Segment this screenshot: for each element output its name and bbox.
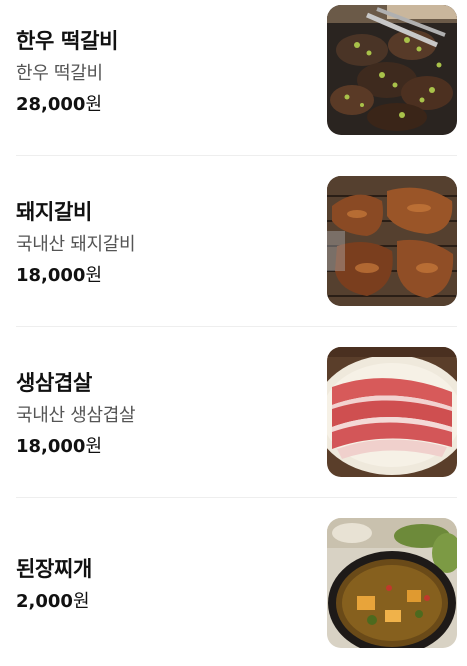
menu-item-description: 국내산 생삼겹살 bbox=[16, 405, 136, 426]
menu-item-hanu-tteokgalbi[interactable]: 한우 떡갈비 한우 떡갈비 28,000원 bbox=[16, 5, 457, 135]
menu-item-name: 돼지갈비 bbox=[16, 200, 93, 224]
price-amount: 28,000 bbox=[16, 94, 86, 115]
grilled-tteokgalbi-photo[interactable] bbox=[327, 5, 457, 135]
menu-item-name: 한우 떡갈비 bbox=[16, 29, 119, 53]
menu-item-price: 28,000원 bbox=[16, 90, 102, 116]
price-amount: 18,000 bbox=[16, 265, 86, 286]
price-currency: 원 bbox=[85, 265, 103, 286]
menu-item-text: 생삼겹살 국내산 생삼겹살 18,000원 bbox=[16, 347, 316, 477]
price-amount: 18,000 bbox=[16, 436, 86, 457]
doenjang-stew-photo[interactable] bbox=[327, 518, 457, 648]
menu-item-description: 국내산 돼지갈비 bbox=[16, 234, 136, 255]
menu-item-text: 된장찌개 2,000원 bbox=[16, 518, 316, 648]
pork-belly-photo[interactable] bbox=[327, 347, 457, 477]
menu-item-text: 돼지갈비 국내산 돼지갈비 18,000원 bbox=[16, 176, 316, 306]
menu-item-text: 한우 떡갈비 한우 떡갈비 28,000원 bbox=[16, 5, 316, 135]
price-amount: 2,000 bbox=[16, 591, 73, 612]
divider bbox=[16, 155, 457, 156]
menu-item-name: 생삼겹살 bbox=[16, 371, 93, 395]
menu-item-price: 18,000원 bbox=[16, 261, 102, 287]
divider bbox=[16, 326, 457, 327]
menu-item-pork-galbi[interactable]: 돼지갈비 국내산 돼지갈비 18,000원 bbox=[16, 176, 457, 306]
menu-item-doenjang-stew[interactable]: 된장찌개 2,000원 bbox=[16, 518, 457, 648]
menu-item-price: 18,000원 bbox=[16, 432, 102, 458]
price-currency: 원 bbox=[72, 591, 90, 612]
menu-item-pork-belly[interactable]: 생삼겹살 국내산 생삼겹살 18,000원 bbox=[16, 347, 457, 477]
menu-list: 한우 떡갈비 한우 떡갈비 28,000원 돼지갈비 국내산 돼지갈비 18,0… bbox=[0, 0, 467, 666]
menu-item-price: 2,000원 bbox=[16, 587, 90, 613]
menu-item-name: 된장찌개 bbox=[16, 557, 93, 581]
divider bbox=[16, 497, 457, 498]
pork-galbi-photo[interactable] bbox=[327, 176, 457, 306]
price-currency: 원 bbox=[85, 436, 103, 457]
menu-item-description: 한우 떡갈비 bbox=[16, 63, 103, 84]
price-currency: 원 bbox=[85, 94, 103, 115]
